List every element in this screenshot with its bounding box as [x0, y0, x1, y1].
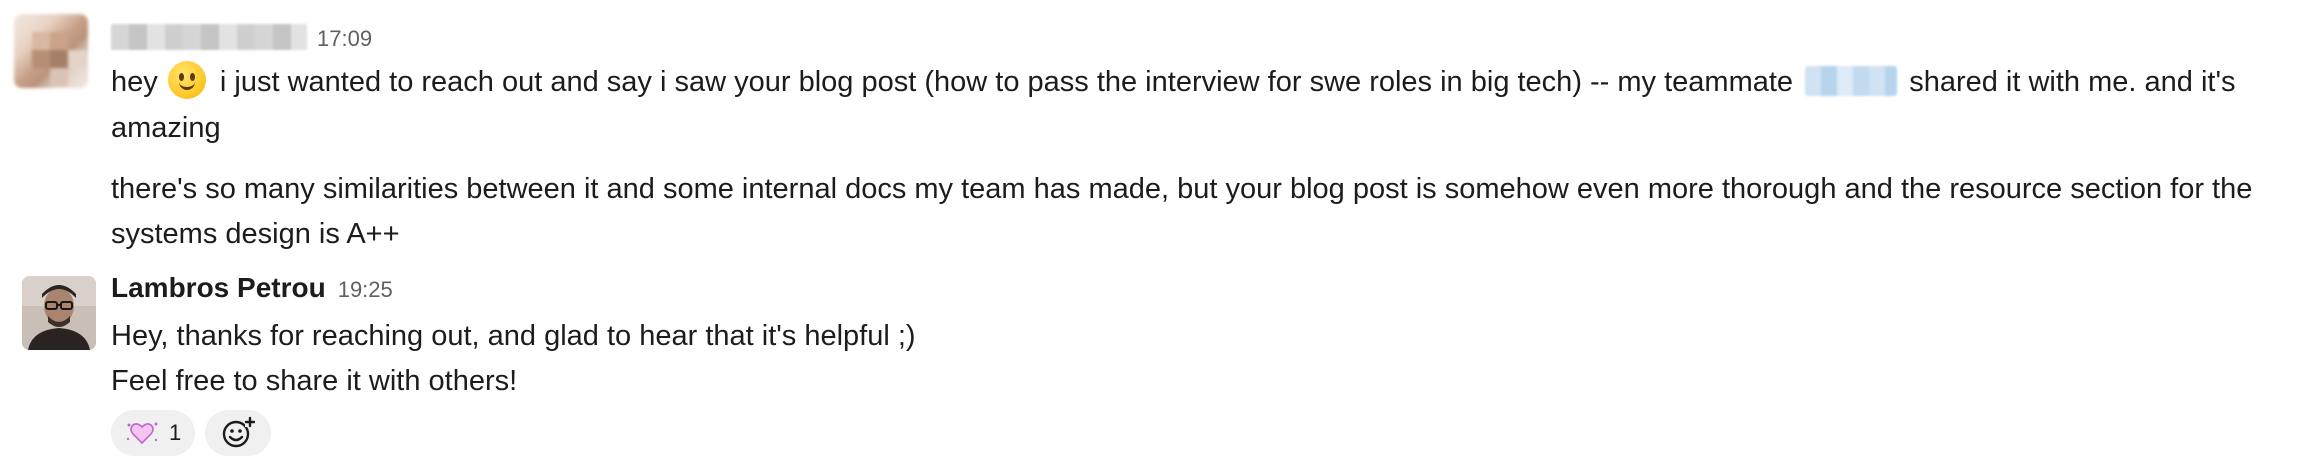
slightly-smiling-face-icon [167, 61, 206, 99]
message-header: Lambros Petrou 19:25 [111, 272, 393, 304]
message-text: i just wanted to reach out and say i saw… [219, 66, 1794, 98]
reaction-bar: 1 [111, 410, 272, 456]
message-text-line: amazing [111, 112, 221, 144]
sender-name[interactable] [111, 24, 307, 50]
reaction-sparkling-heart[interactable]: 1 [111, 410, 196, 456]
message-text-line: there's so many similarities between it … [111, 173, 2253, 205]
sparkling-heart-icon [126, 422, 158, 445]
timestamp[interactable]: 17:09 [317, 26, 372, 52]
message-header: 17:09 [111, 20, 372, 52]
user-mention[interactable] [1805, 66, 1898, 96]
add-reaction-button[interactable] [205, 410, 272, 456]
timestamp[interactable]: 19:25 [338, 277, 393, 303]
message-text-line: Feel free to share it with others! [111, 365, 518, 397]
sender-name[interactable]: Lambros Petrou [111, 272, 326, 304]
message-text-line: systems design is A++ [111, 218, 400, 250]
message-text-line: hey i just wanted to reach out and say i… [111, 60, 2235, 104]
message-text-line: Hey, thanks for reaching out, and glad t… [111, 320, 916, 352]
add-reaction-icon [223, 416, 256, 448]
avatar[interactable] [14, 14, 88, 88]
message-text: hey [111, 66, 158, 98]
reaction-count: 1 [169, 420, 182, 445]
profile-photo [22, 276, 96, 350]
message-text: shared it with me. and it's [1909, 66, 2236, 98]
avatar[interactable] [22, 276, 96, 350]
